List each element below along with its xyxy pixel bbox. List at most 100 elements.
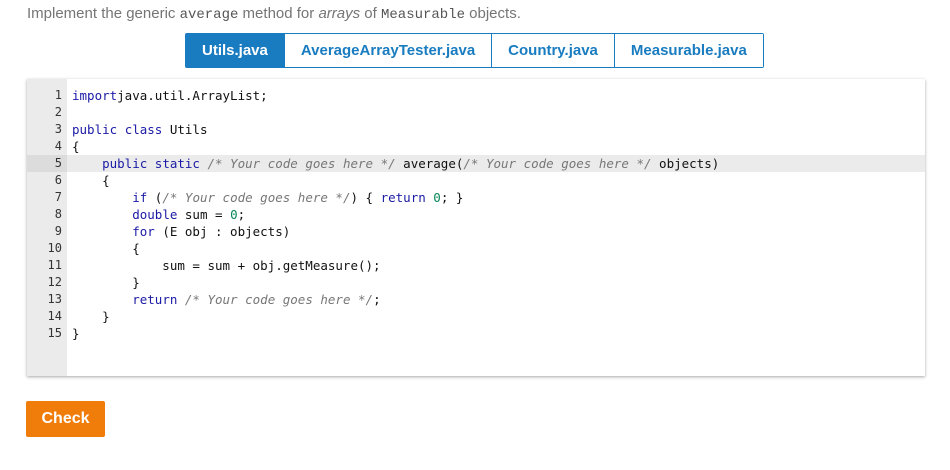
file-tabs: Utils.java AverageArrayTester.java Count… — [185, 33, 764, 68]
line-number: 5 — [27, 155, 67, 172]
code-token: class — [124, 122, 163, 137]
code-line[interactable]: 2 — [27, 104, 925, 121]
tab-utils-java[interactable]: Utils.java — [186, 34, 284, 67]
code-line[interactable]: 15} — [27, 325, 925, 342]
instruction-text-4: objects. — [465, 5, 521, 22]
line-number: 6 — [54, 173, 62, 187]
code-line[interactable]: 12 } — [27, 274, 925, 291]
code-token: Utils — [162, 122, 208, 137]
code-text: if (/* Your code goes here */) { return … — [72, 189, 463, 206]
line-number: 7 — [54, 190, 62, 204]
instruction-text-3: of — [360, 5, 381, 22]
code-token: return — [380, 190, 426, 205]
line-number: 12 — [47, 275, 62, 289]
instructions: Implement the generic average method for… — [27, 5, 521, 23]
code-line[interactable]: 4{ — [27, 138, 925, 155]
instruction-code-average: average — [179, 7, 239, 23]
tab-average-array-tester-java[interactable]: AverageArrayTester.java — [283, 34, 492, 67]
code-token: { — [72, 139, 80, 154]
line-number: 1 — [54, 88, 62, 102]
code-token: ) { — [350, 190, 381, 205]
code-token: java.util.ArrayList; — [117, 88, 268, 103]
code-text: double sum = 0; — [72, 206, 245, 223]
code-token: /* Your code goes here */ — [162, 190, 351, 205]
code-text: public class Utils — [72, 121, 207, 138]
code-text: { — [72, 240, 140, 257]
code-text: importjava.util.ArrayList; — [72, 87, 268, 104]
code-token: } — [72, 275, 140, 290]
code-line[interactable]: 11 sum = sum + obj.getMeasure(); — [27, 257, 925, 274]
code-text: { — [72, 172, 110, 189]
line-number: 14 — [47, 309, 62, 323]
code-token: /* Your code goes here */ — [207, 156, 396, 171]
code-token: sum = sum + obj.getMeasure(); — [72, 258, 381, 273]
line-number: 3 — [54, 122, 62, 136]
code-token: 0 — [433, 190, 441, 205]
code-lines: 1 importjava.util.ArrayList; 2 3 public clas… — [27, 87, 925, 342]
code-token: public — [102, 156, 148, 171]
code-token: { — [72, 173, 110, 188]
code-token: sum = — [177, 207, 231, 222]
code-text: } — [72, 308, 110, 325]
code-token: { — [72, 241, 140, 256]
line-number: 10 — [47, 241, 62, 255]
code-token: public — [72, 122, 118, 137]
code-text: return /* Your code goes here */; — [72, 291, 381, 308]
code-text: for (E obj : objects) — [72, 223, 290, 240]
code-text: } — [72, 325, 80, 342]
code-token: /* Your code goes here */ — [184, 292, 374, 307]
line-number: 11 — [47, 258, 62, 272]
instruction-text-1: Implement the generic — [27, 5, 180, 22]
line-number: 9 — [54, 224, 62, 238]
instruction-emph-arrays: arrays — [318, 5, 361, 22]
code-token: ; — [373, 292, 381, 307]
code-line[interactable]: 13 return /* Your code goes here */; — [27, 291, 925, 308]
line-number: 2 — [54, 105, 62, 119]
code-token: if — [132, 190, 148, 205]
code-text: { — [72, 138, 80, 155]
code-text: } — [72, 274, 140, 291]
code-line[interactable]: 1 importjava.util.ArrayList; — [27, 87, 925, 104]
instruction-code-measurable: Measurable — [380, 7, 465, 23]
code-line[interactable]: 10 { — [27, 240, 925, 257]
line-number: 13 — [47, 292, 62, 306]
code-line[interactable]: 9 for (E obj : objects) — [27, 223, 925, 240]
code-token: (E obj : objects) — [154, 224, 291, 239]
code-token: average( — [395, 156, 464, 171]
code-token: ( — [147, 190, 163, 205]
line-number: 8 — [54, 207, 62, 221]
check-button[interactable]: Check — [26, 401, 105, 437]
code-token: objects) — [651, 156, 720, 171]
code-token: /* Your code goes here */ — [463, 156, 652, 171]
code-token: ; } — [440, 190, 464, 205]
code-text: public static /* Your code goes here */ … — [72, 155, 719, 172]
code-token: } — [72, 326, 80, 341]
tab-country-java[interactable]: Country.java — [491, 34, 614, 67]
code-token: for — [132, 224, 155, 239]
code-text: sum = sum + obj.getMeasure(); — [72, 257, 381, 274]
code-line[interactable]: 5 public static /* Your code goes here *… — [27, 155, 925, 172]
code-line[interactable]: 14 } — [27, 308, 925, 325]
code-line[interactable]: 7 if (/* Your code goes here */) { retur… — [27, 189, 925, 206]
code-editor[interactable]: 1 importjava.util.ArrayList; 2 3 public clas… — [27, 79, 925, 376]
code-line[interactable]: 8 double sum = 0; — [27, 206, 925, 223]
code-token: 0 — [230, 207, 238, 222]
code-line[interactable]: 6 { — [27, 172, 925, 189]
code-token: return — [132, 292, 178, 307]
code-line[interactable]: 3 public class Utils — [27, 121, 925, 138]
code-token: import — [72, 88, 118, 103]
code-token: ; — [237, 207, 246, 222]
line-number: 4 — [54, 139, 62, 153]
tab-measurable-java[interactable]: Measurable.java — [613, 34, 763, 67]
instruction-text-2: method for — [238, 5, 319, 22]
line-number: 15 — [47, 326, 62, 340]
code-token: } — [72, 309, 110, 324]
